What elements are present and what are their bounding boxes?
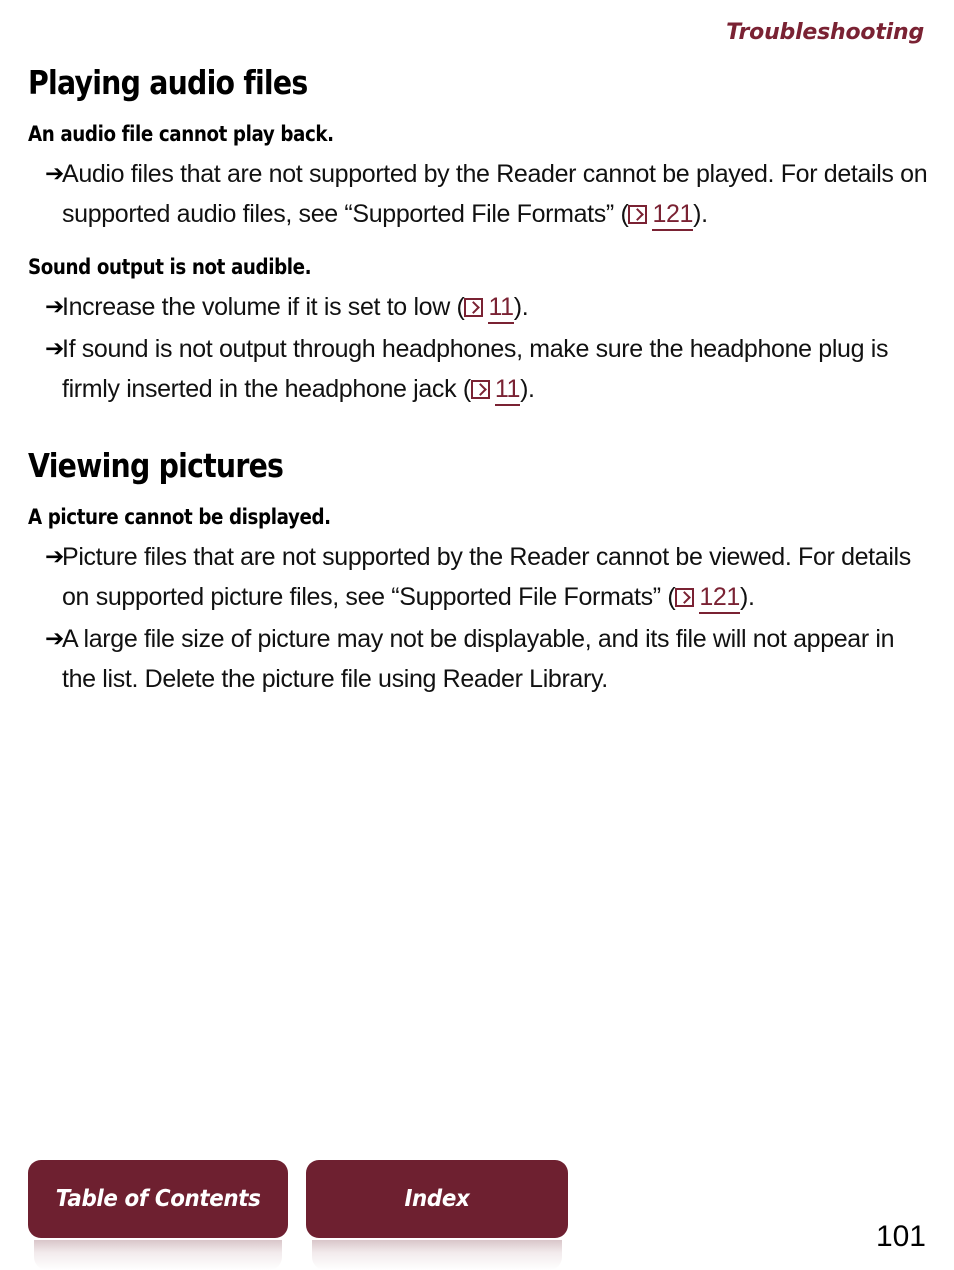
arrow-bullet-icon: ➔ (45, 287, 64, 327)
list-item: ➔ Picture files that are not supported b… (28, 537, 928, 617)
page-reference-link[interactable]: 121 (628, 194, 693, 234)
answer-list: ➔ Audio files that are not supported by … (28, 154, 928, 234)
answer-text-tail: ). (520, 375, 535, 403)
index-button-label: Index (405, 1186, 470, 1212)
arrow-bullet-icon: ➔ (45, 537, 64, 577)
faq-group: An audio file cannot play back. ➔ Audio … (28, 123, 928, 234)
jump-to-page-icon (464, 298, 483, 317)
arrow-bullet-icon: ➔ (45, 329, 64, 369)
button-reflection (34, 1240, 282, 1270)
running-header: Troubleshooting (726, 20, 924, 45)
answer-text: Audio files that are not supported by th… (62, 160, 927, 228)
list-item: ➔ Audio files that are not supported by … (28, 154, 928, 234)
document-page: Troubleshooting Playing audio files An a… (0, 0, 954, 1270)
list-item: ➔ Increase the volume if it is set to lo… (28, 287, 928, 327)
answer-list: ➔ Picture files that are not supported b… (28, 537, 928, 699)
page-reference-number: 11 (495, 375, 520, 406)
jump-to-page-icon (675, 588, 694, 607)
table-of-contents-button-label: Table of Contents (56, 1186, 261, 1212)
index-button[interactable]: Index (306, 1160, 568, 1238)
page-reference-number: 121 (699, 583, 740, 614)
page-title: Playing audio files (28, 66, 802, 101)
answer-text: Increase the volume if it is set to low … (62, 293, 464, 321)
page-reference-number: 11 (488, 293, 513, 324)
page-reference-number: 121 (652, 200, 693, 231)
faq-question: A picture cannot be displayed. (28, 506, 811, 529)
faq-question: Sound output is not audible. (28, 256, 811, 279)
page-reference-link[interactable]: 11 (471, 369, 520, 409)
answer-list: ➔ Increase the volume if it is set to lo… (28, 287, 928, 409)
answer-text-tail: ). (740, 583, 755, 611)
page-content: Playing audio files An audio file cannot… (28, 66, 928, 721)
list-item: ➔ A large file size of picture may not b… (28, 619, 928, 699)
answer-text: A large file size of picture may not be … (62, 625, 894, 693)
answer-text: Picture files that are not supported by … (62, 543, 911, 611)
arrow-bullet-icon: ➔ (45, 154, 64, 194)
bottom-navigation: Table of Contents Index (28, 1152, 928, 1270)
faq-group: Sound output is not audible. ➔ Increase … (28, 256, 928, 409)
page-reference-link[interactable]: 11 (464, 287, 513, 327)
arrow-bullet-icon: ➔ (45, 619, 64, 659)
page-reference-link[interactable]: 121 (675, 577, 740, 617)
faq-question: An audio file cannot play back. (28, 123, 811, 146)
answer-text-tail: ). (514, 293, 529, 321)
table-of-contents-button[interactable]: Table of Contents (28, 1160, 288, 1238)
jump-to-page-icon (471, 380, 490, 399)
faq-group: A picture cannot be displayed. ➔ Picture… (28, 506, 928, 699)
jump-to-page-icon (628, 205, 647, 224)
button-reflection (312, 1240, 562, 1270)
page-title-secondary: Viewing pictures (28, 449, 802, 484)
list-item: ➔ If sound is not output through headpho… (28, 329, 928, 409)
page-number: 101 (876, 1220, 926, 1254)
answer-text-tail: ). (693, 200, 708, 228)
